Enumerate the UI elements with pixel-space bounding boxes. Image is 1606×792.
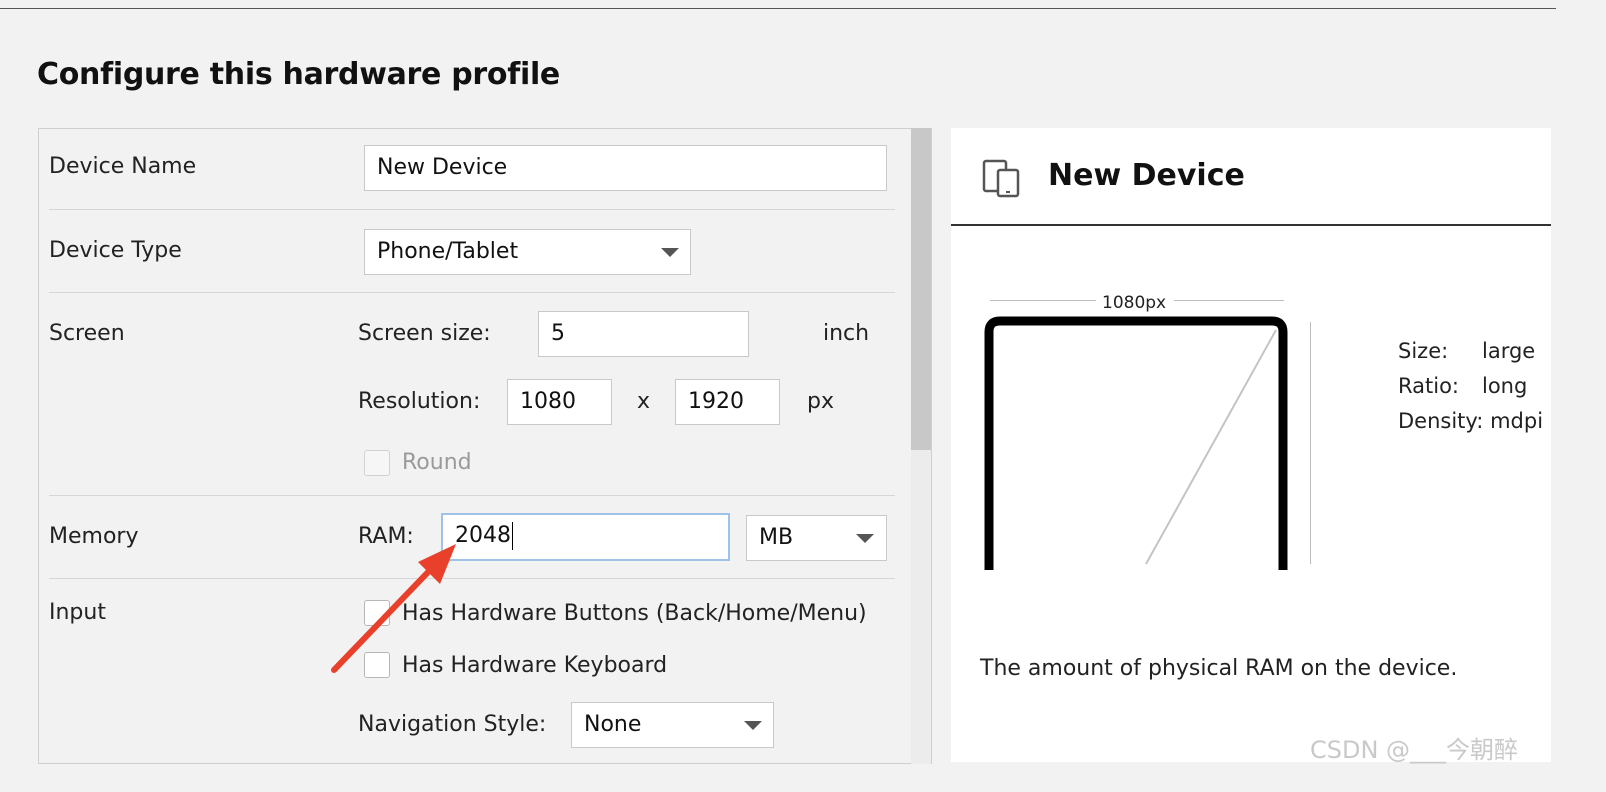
height-dimension-line [1310, 322, 1311, 564]
width-dimension-line-left [990, 300, 1096, 301]
hw-buttons-label: Has Hardware Buttons (Back/Home/Menu) [402, 601, 867, 626]
nav-style-label: Navigation Style: [358, 712, 547, 737]
dropdown-arrow-icon [744, 721, 762, 730]
device-specs: Size: large Ratio: long Density: mdpi [1398, 334, 1543, 439]
size-value: large [1482, 339, 1536, 363]
density-value: mdpi [1490, 409, 1544, 433]
preview-device-name: New Device [1048, 158, 1245, 193]
dropdown-arrow-icon [661, 248, 679, 257]
text-caret [512, 522, 513, 550]
preview-header-divider [951, 224, 1551, 226]
scrollbar-thumb[interactable] [911, 128, 931, 450]
annotation-arrow [331, 544, 456, 673]
ratio-key: Ratio: [1398, 374, 1459, 398]
device-name-input[interactable]: New Device [364, 145, 887, 191]
resolution-separator: x [637, 389, 651, 414]
dropdown-arrow-icon [856, 534, 874, 543]
resolution-width-input[interactable]: 1080 [507, 379, 612, 425]
memory-label: Memory [49, 524, 139, 549]
resolution-unit: px [807, 389, 834, 414]
page-title: Configure this hardware profile [37, 57, 560, 92]
device-frame-preview [984, 316, 1288, 570]
width-dimension-line-right [1174, 300, 1284, 301]
screen-size-label: Screen size: [358, 321, 491, 346]
round-checkbox[interactable] [364, 450, 390, 476]
ratio-value: long [1482, 374, 1528, 398]
top-border [0, 8, 1556, 9]
watermark: CSDN @___今朝醉 [1310, 736, 1519, 764]
divider [49, 292, 895, 293]
ram-input[interactable]: 2048 [441, 513, 730, 561]
screen-size-input[interactable]: 5 [538, 311, 749, 357]
ram-unit-value: MB [759, 525, 794, 550]
divider [49, 495, 895, 496]
screen-size-unit: inch [823, 321, 870, 346]
screen-label: Screen [49, 321, 125, 346]
device-type-select[interactable]: Phone/Tablet [364, 229, 691, 275]
resolution-label: Resolution: [358, 389, 481, 414]
density-key: Density: [1398, 409, 1484, 433]
width-dimension-label: 1080px [1102, 293, 1167, 313]
divider [49, 578, 895, 579]
help-text: The amount of physical RAM on the device… [980, 656, 1458, 681]
divider [49, 209, 895, 210]
device-name-label: Device Name [49, 154, 197, 179]
device-icon [982, 159, 1020, 198]
round-label: Round [402, 450, 472, 475]
device-type-value: Phone/Tablet [377, 239, 519, 264]
size-key: Size: [1398, 339, 1449, 363]
device-type-label: Device Type [49, 238, 182, 263]
input-label: Input [49, 600, 106, 625]
nav-style-value: None [584, 712, 642, 737]
resolution-height-input[interactable]: 1920 [675, 379, 780, 425]
